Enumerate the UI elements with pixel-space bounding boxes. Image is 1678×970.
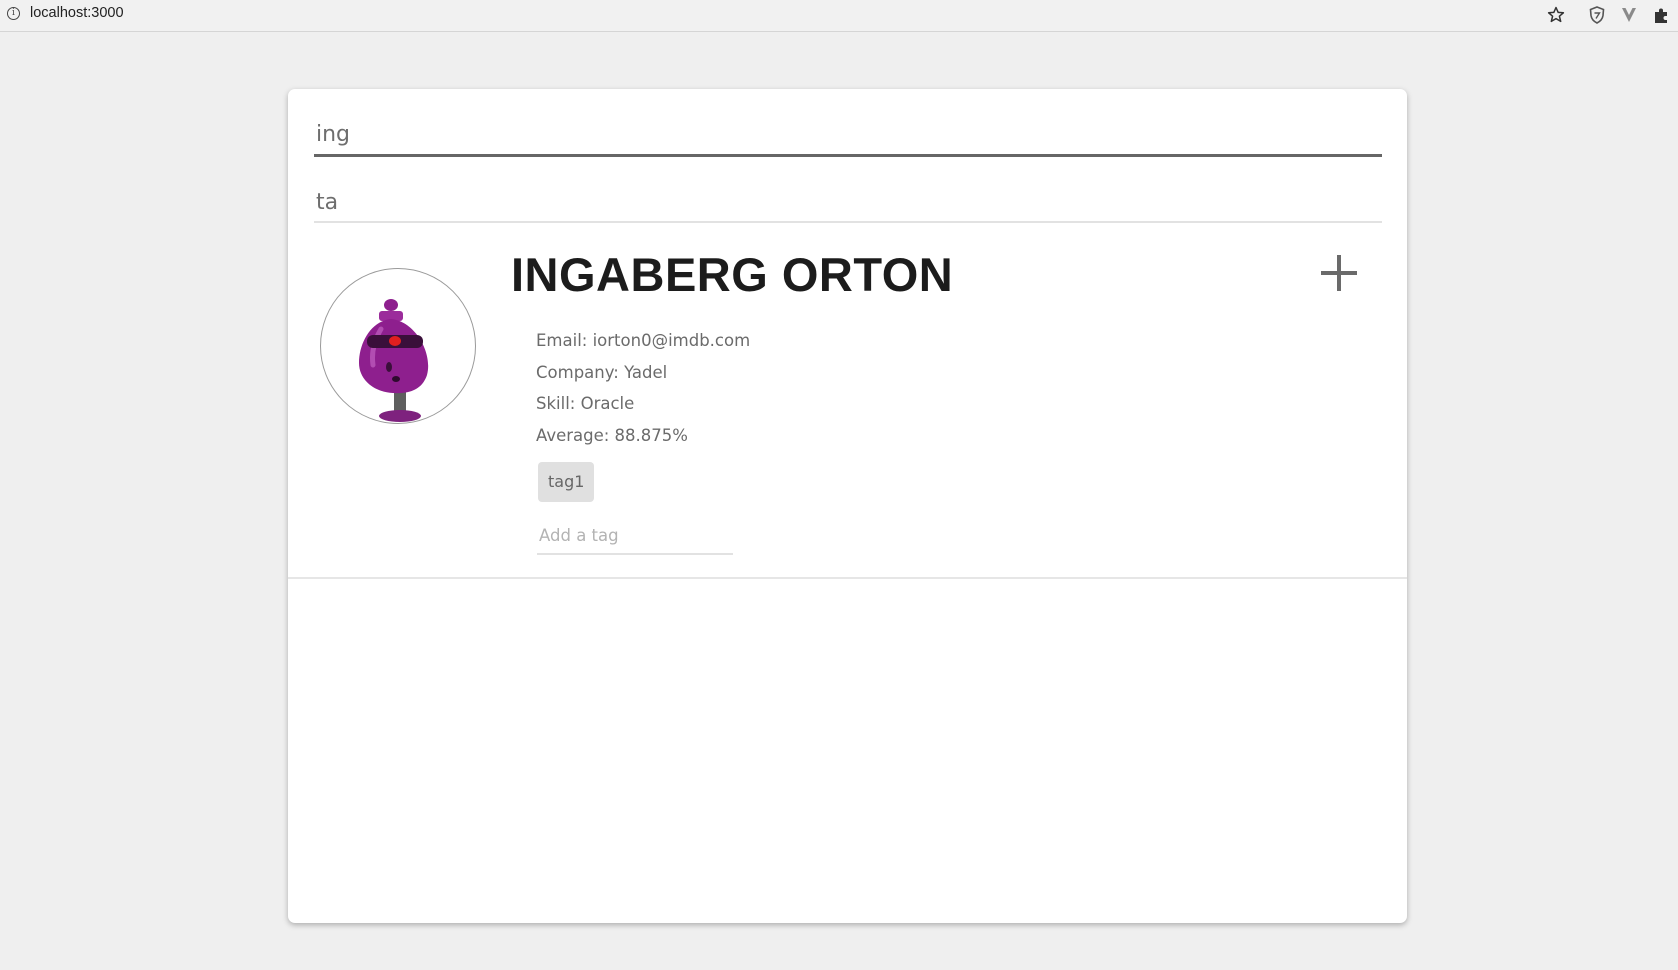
- info-icon[interactable]: i: [7, 7, 20, 20]
- shield-extension-icon[interactable]: [1586, 4, 1608, 26]
- tag-chip: tag1: [538, 462, 595, 502]
- add-tag-input[interactable]: [537, 517, 733, 555]
- student-details: Email: iorton0@imdb.com Company: Yadel S…: [536, 329, 750, 455]
- address-bar-url[interactable]: localhost:3000: [30, 5, 124, 21]
- avatar: [320, 268, 476, 424]
- student-name: INGABERG ORTON: [511, 248, 954, 301]
- search-by-name-input[interactable]: [314, 115, 1382, 157]
- row-divider: [288, 577, 1407, 579]
- student-average: Average: 88.875%: [536, 425, 688, 445]
- students-card: INGABERG ORTON Email: iorton0@imdb.com C…: [288, 89, 1407, 923]
- search-by-tag-input[interactable]: [314, 183, 1382, 223]
- star-icon[interactable]: [1545, 4, 1567, 26]
- student-email: Email: iorton0@imdb.com: [536, 331, 751, 350]
- browser-toolbar: i localhost:3000: [0, 0, 1678, 32]
- puzzle-extensions-icon[interactable]: [1650, 4, 1672, 26]
- expand-grades-button[interactable]: [1319, 253, 1359, 293]
- robot-avatar-icon: [359, 299, 429, 422]
- student-skill: Skill: Oracle: [536, 394, 635, 413]
- v-extension-icon[interactable]: [1618, 4, 1640, 26]
- student-company: Company: Yadel: [536, 362, 668, 382]
